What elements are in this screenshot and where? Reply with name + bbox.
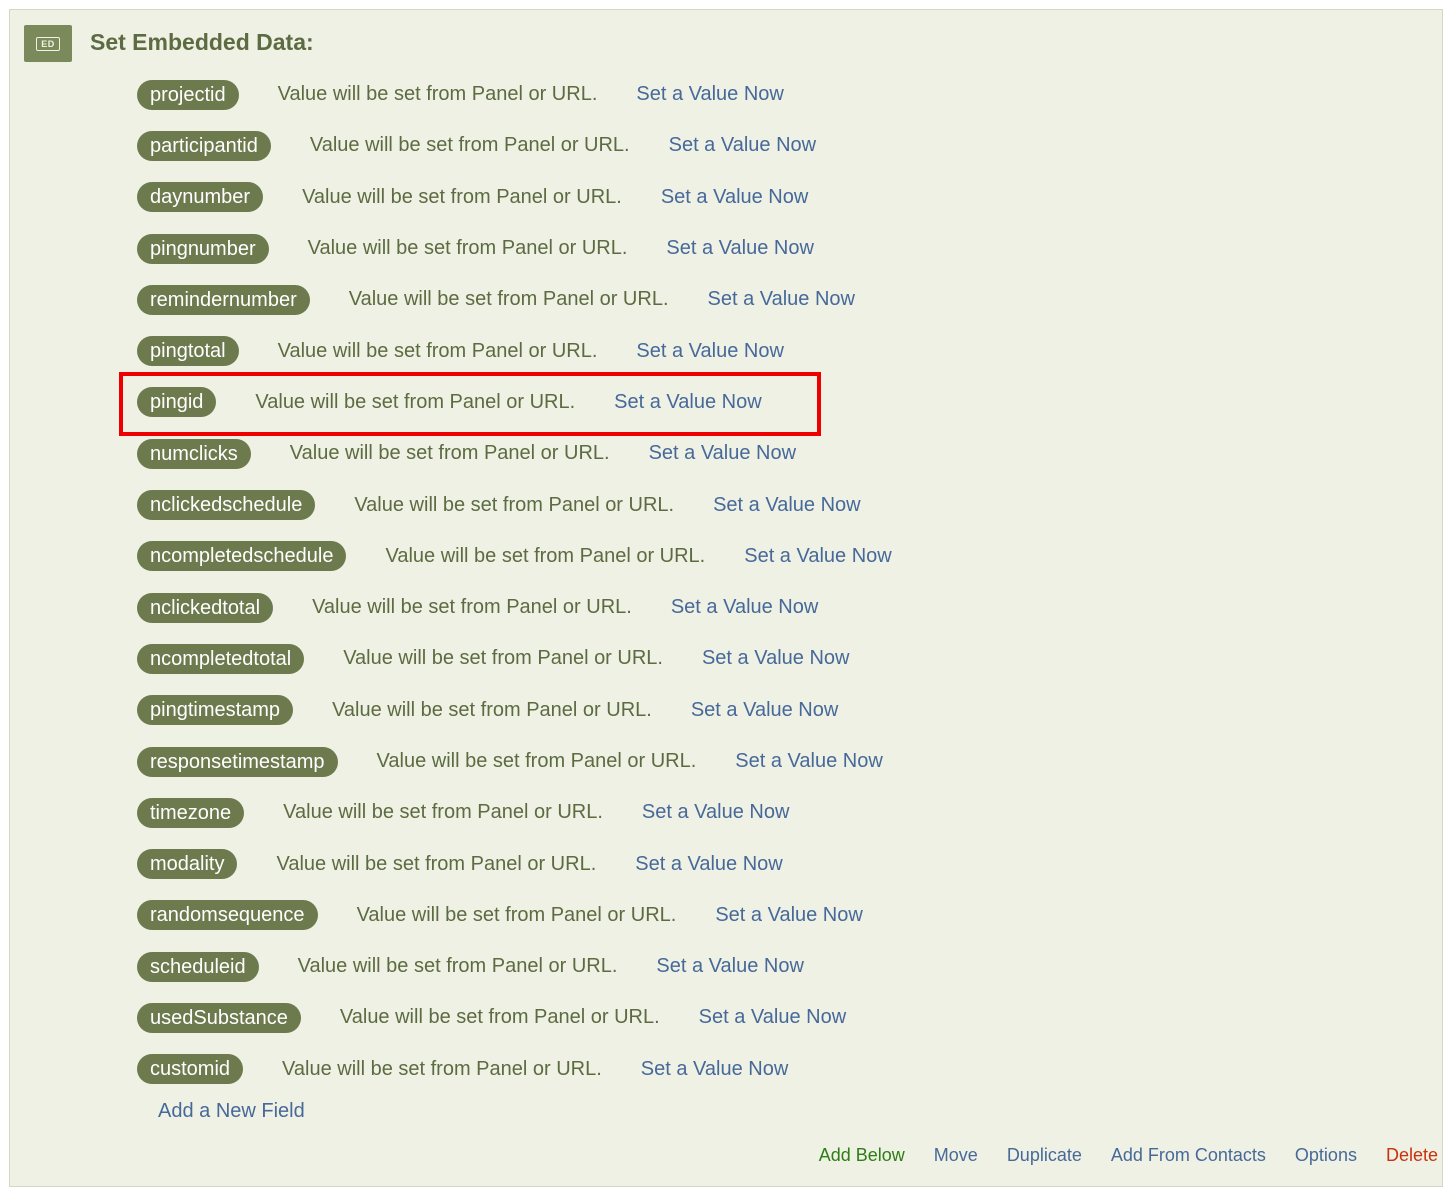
field-name-pill[interactable]: ncompletedtotal [137,643,305,674]
field-name-pill[interactable]: pingtotal [137,336,239,367]
field-description: Value will be set from Panel or URL. [356,903,677,926]
field-name-pill[interactable]: nclickedtotal [137,592,274,623]
field-row: responsetimestamp Value will be set from… [137,736,892,787]
set-value-now-link[interactable]: Set a Value Now [635,853,783,876]
field-row: ncompletedschedule Value will be set fro… [137,531,892,582]
field-description: Value will be set from Panel or URL. [255,390,576,413]
set-value-now-link[interactable]: Set a Value Now [691,699,839,722]
set-value-now-link[interactable]: Set a Value Now [649,442,797,465]
field-name-pill[interactable]: modality [137,849,238,880]
field-row: nclickedtotal Value will be set from Pan… [137,582,892,633]
field-row: pingtimestamp Value will be set from Pan… [137,685,892,736]
field-description: Value will be set from Panel or URL. [348,288,669,311]
panel-title: Set Embedded Data: [90,29,314,55]
set-value-now-link[interactable]: Set a Value Now [671,596,819,619]
field-list: projectid Value will be set from Panel o… [137,69,892,1095]
field-name-pill[interactable]: scheduleid [137,951,259,982]
field-description: Value will be set from Panel or URL. [307,237,628,260]
field-description: Value will be set from Panel or URL. [354,493,675,516]
set-value-now-link[interactable]: Set a Value Now [699,1006,847,1029]
field-row: nclickedschedule Value will be set from … [137,479,892,530]
set-value-now-link[interactable]: Set a Value Now [702,647,850,670]
duplicate-button[interactable]: Duplicate [1007,1143,1082,1167]
field-name-pill[interactable]: customid [137,1054,244,1085]
set-value-now-link[interactable]: Set a Value Now [661,186,809,209]
field-row: customid Value will be set from Panel or… [137,1044,892,1095]
set-value-now-link[interactable]: Set a Value Now [666,237,814,260]
set-value-now-link[interactable]: Set a Value Now [636,83,784,106]
field-name-pill[interactable]: participantid [137,130,271,161]
field-description: Value will be set from Panel or URL. [289,442,610,465]
field-name-pill[interactable]: ncompletedschedule [137,541,347,572]
set-value-now-link[interactable]: Set a Value Now [669,134,817,157]
move-button[interactable]: Move [934,1143,978,1167]
field-row: randomsequence Value will be set from Pa… [137,890,892,941]
field-row: numclicks Value will be set from Panel o… [137,428,892,479]
field-row: projectid Value will be set from Panel o… [137,69,892,120]
field-description: Value will be set from Panel or URL. [343,647,663,670]
field-name-pill[interactable]: pingid [137,387,217,418]
field-description: Value will be set from Panel or URL. [309,134,630,157]
field-name-pill[interactable]: responsetimestamp [137,746,338,777]
embedded-data-icon: ED [24,25,72,62]
field-name-pill[interactable]: daynumber [137,182,264,213]
set-value-now-link[interactable]: Set a Value Now [715,904,863,927]
field-row: pingnumber Value will be set from Panel … [137,223,892,274]
field-description: Value will be set from Panel or URL. [297,955,618,978]
options-button[interactable]: Options [1295,1143,1357,1167]
field-description: Value will be set from Panel or URL. [276,852,597,875]
field-description: Value will be set from Panel or URL. [277,339,598,362]
field-row: participantid Value will be set from Pan… [137,120,892,171]
field-row: remindernumber Value will be set from Pa… [137,274,892,325]
add-new-field-link[interactable]: Add a New Field [158,1098,305,1124]
set-value-now-link[interactable]: Set a Value Now [713,494,861,517]
field-name-pill[interactable]: numclicks [137,438,251,469]
field-row: modality Value will be set from Panel or… [137,838,892,889]
add-from-contacts-button[interactable]: Add From Contacts [1111,1143,1266,1167]
set-value-now-link[interactable]: Set a Value Now [642,801,790,824]
field-row: ncompletedtotal Value will be set from P… [137,633,892,684]
field-description: Value will be set from Panel or URL. [282,1057,602,1080]
field-name-pill[interactable]: remindernumber [137,284,310,315]
field-name-pill[interactable]: usedSubstance [137,1002,301,1033]
field-name-pill[interactable]: projectid [137,79,239,110]
set-value-now-link[interactable]: Set a Value Now [614,391,762,414]
footer-actions: Add Below Move Duplicate Add From Contac… [819,1143,1438,1167]
field-description: Value will be set from Panel or URL. [339,1006,660,1029]
set-value-now-link[interactable]: Set a Value Now [636,340,784,363]
field-name-pill[interactable]: timezone [137,797,245,828]
field-description: Value will be set from Panel or URL. [302,185,622,208]
embedded-data-icon-label: ED [36,36,60,51]
field-row: pingtotal Value will be set from Panel o… [137,325,892,376]
field-description: Value will be set from Panel or URL. [332,698,652,721]
field-name-pill[interactable]: pingtimestamp [137,695,294,726]
field-row: pingid Value will be set from Panel or U… [137,377,892,428]
field-name-pill[interactable]: randomsequence [137,900,318,931]
set-value-now-link[interactable]: Set a Value Now [744,545,892,568]
field-name-pill[interactable]: nclickedschedule [137,490,316,521]
field-description: Value will be set from Panel or URL. [283,801,603,824]
field-name-pill[interactable]: pingnumber [137,233,269,264]
field-row: scheduleid Value will be set from Panel … [137,941,892,992]
delete-button[interactable]: Delete [1386,1143,1438,1167]
field-row: timezone Value will be set from Panel or… [137,787,892,838]
field-description: Value will be set from Panel or URL. [312,596,632,619]
set-value-now-link[interactable]: Set a Value Now [656,955,804,978]
field-row: usedSubstance Value will be set from Pan… [137,992,892,1043]
set-value-now-link[interactable]: Set a Value Now [708,288,856,311]
set-value-now-link[interactable]: Set a Value Now [735,750,883,773]
set-value-now-link[interactable]: Set a Value Now [641,1058,789,1081]
field-description: Value will be set from Panel or URL. [385,544,706,567]
field-row: daynumber Value will be set from Panel o… [137,172,892,223]
add-below-button[interactable]: Add Below [819,1143,905,1167]
field-description: Value will be set from Panel or URL. [376,750,697,772]
field-description: Value will be set from Panel or URL. [277,83,598,106]
